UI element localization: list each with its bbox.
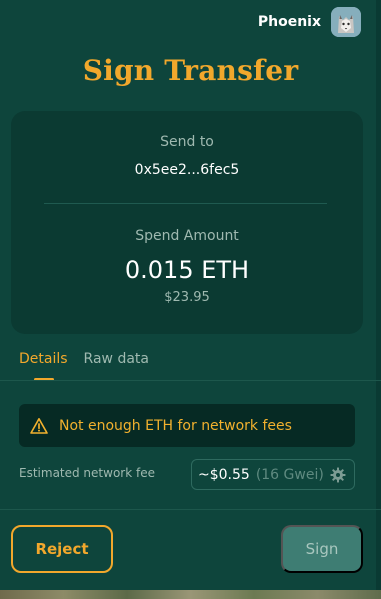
reject-button[interactable]: Reject <box>11 525 113 573</box>
spend-amount-value: 0.015 ETH <box>124 256 250 284</box>
gear-icon[interactable] <box>330 467 346 483</box>
card-divider <box>44 203 327 204</box>
window-edge <box>376 0 381 590</box>
warning-text: Not enough ETH for network fees <box>59 417 292 434</box>
insufficient-funds-warning: Not enough ETH for network fees <box>19 404 355 447</box>
send-to-label: Send to <box>160 134 214 150</box>
warning-triangle-icon <box>30 417 48 435</box>
page-title: Sign Transfer <box>82 54 299 87</box>
network-fee-selector[interactable]: ~$0.55 (16 Gwei) <box>191 459 355 490</box>
network-fee-value: ~$0.55 <box>198 466 250 483</box>
tab-details[interactable]: Details <box>19 351 68 381</box>
spend-amount-label: Spend Amount <box>135 228 239 244</box>
tabs-divider <box>0 380 381 381</box>
account-name: Phoenix <box>257 14 321 30</box>
network-fee-gwei: (16 Gwei) <box>255 466 324 483</box>
network-fee-label: Estimated network fee <box>19 466 155 480</box>
husky-avatar-icon[interactable] <box>331 7 361 37</box>
transfer-summary-card: Send to 0x5ee2...6fec5 Spend Amount 0.01… <box>11 111 363 334</box>
details-tabs: Details Raw data <box>19 351 149 381</box>
account-header[interactable]: Phoenix <box>258 6 361 38</box>
spend-amount-usd: $23.95 <box>164 290 210 305</box>
tab-raw-data[interactable]: Raw data <box>84 351 149 379</box>
recipient-address[interactable]: 0x5ee2...6fec5 <box>11 162 363 178</box>
background-photo-strip <box>0 590 381 599</box>
footer-divider <box>0 509 381 510</box>
sign-button[interactable]: Sign <box>281 525 363 573</box>
